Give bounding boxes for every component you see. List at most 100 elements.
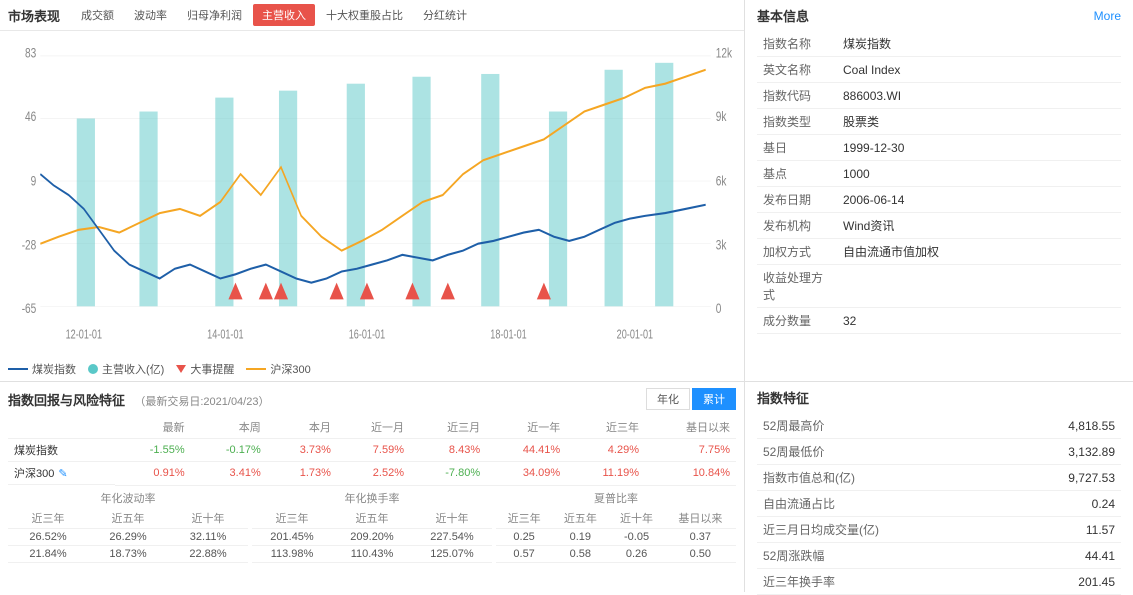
info-row-publisher: 发布机构 Wind资讯 [757,213,1121,239]
feat-label-mktcap: 指数市值总和(亿) [757,465,1007,491]
turn-row-coal: 201.45% 209.20% 227.54% [252,528,492,545]
returns-title-area: 指数回报与风险特征 （最新交易日:2021/04/23） [8,390,269,409]
sharpe-row-hs: 0.57 0.58 0.26 0.50 [496,545,736,562]
legend-revenue-dot [88,364,98,374]
info-label-en: 英文名称 [757,57,837,83]
chart-legend: 煤炭指数 主营收入(亿) 大事提醒 沪深300 [0,359,744,381]
sharpe-section: 夏普比率 近三年 近五年 近十年 基日以来 0.2 [496,490,736,563]
info-row-code: 指数代码 886003.WI [757,83,1121,109]
col-header-latest: 最新 [115,416,191,439]
vol-col-5y: 近五年 [88,508,168,529]
info-label-count: 成分数量 [757,308,837,334]
turn-hs-10y: 125.07% [412,545,492,562]
returns-header: 指数回报与风险特征 （最新交易日:2021/04/23） 年化 累计 [8,388,736,410]
legend-event-triangle [176,365,186,373]
sharpe-hs-5y: 0.58 [552,545,608,562]
info-row-pubdate: 发布日期 2006-06-14 [757,187,1121,213]
bottom-row: 指数回报与风险特征 （最新交易日:2021/04/23） 年化 累计 最新 本周… [0,382,1133,592]
chart-area: 83 46 9 -28 -65 12k 9k 6k 3k 0 [0,31,744,359]
turn-coal-5y: 209.20% [332,528,412,545]
toggle-btn-group: 年化 累计 [646,388,736,410]
legend-hs300-line [246,368,266,370]
tab-主营收入[interactable]: 主营收入 [253,4,315,26]
info-label-code: 指数代码 [757,83,837,109]
feat-label-float: 自由流通占比 [757,491,1007,517]
info-label-basepoint: 基点 [757,161,837,187]
edit-icon[interactable]: ✎ [58,467,67,480]
chart-header: 市场表现 成交额 波动率 归母净利润 主营收入 十大权重股占比 分红统计 [0,0,744,31]
col-header-1m: 近一月 [337,416,410,439]
feat-label-low: 52周最低价 [757,439,1007,465]
tab-成交额[interactable]: 成交额 [72,4,123,26]
toggle-cumulative[interactable]: 累计 [692,388,736,410]
coal-week: -0.17% [191,439,267,462]
svg-text:12-01-01: 12-01-01 [66,328,102,342]
info-label-publisher: 发布机构 [757,213,837,239]
info-value-pubdate: 2006-06-14 [837,187,1121,213]
feat-row-low: 52周最低价 3,132.89 [757,439,1121,465]
coal-base: 7.75% [645,439,736,462]
toggle-annual[interactable]: 年化 [646,388,690,410]
svg-text:46: 46 [25,109,36,125]
info-row-return: 收益处理方式 [757,265,1121,308]
legend-hs300-label: 沪深300 [270,361,310,377]
returns-row-coal: 煤炭指数 -1.55% -0.17% 3.73% 7.59% 8.43% 44.… [8,439,736,462]
info-panel-title: 基本信息 [757,6,809,25]
hs300-base: 10.84% [645,462,736,486]
vol-hs-5y: 18.73% [88,545,168,562]
feat-value-float: 0.24 [1007,491,1121,517]
feat-label-change: 52周涨跌幅 [757,543,1007,569]
turnover-section: 年化换手率 近三年 近五年 近十年 201.45% [252,490,492,563]
info-row-name: 指数名称 煤炭指数 [757,31,1121,57]
col-header-3y: 近三年 [566,416,645,439]
volatility-section: 年化波动率 近三年 近五年 近十年 26.52% [8,490,248,563]
tab-十大权重股占比[interactable]: 十大权重股占比 [317,4,412,26]
hs300-latest: 0.91% [115,462,191,486]
legend-coal-label: 煤炭指数 [32,361,76,377]
more-link[interactable]: More [1094,9,1121,23]
col-header-week: 本周 [191,416,267,439]
sharpe-header-row: 近三年 近五年 近十年 基日以来 [496,508,736,529]
returns-title: 指数回报与风险特征 [8,393,125,408]
sharpe-coal-3y: 0.25 [496,528,552,545]
turn-coal-3y: 201.45% [252,528,332,545]
col-header-1y: 近一年 [486,416,566,439]
feat-label-high: 52周最高价 [757,413,1007,439]
feat-row-turnover: 近三年换手率 201.45 [757,569,1121,595]
sharpe-title: 夏普比率 [496,490,736,506]
turn-coal-10y: 227.54% [412,528,492,545]
vol-col-10y: 近十年 [168,508,248,529]
info-row-type: 指数类型 股票类 [757,109,1121,135]
tab-分红统计[interactable]: 分红统计 [414,4,476,26]
turn-col-10y: 近十年 [412,508,492,529]
svg-text:3k: 3k [716,237,727,253]
info-label-weight: 加权方式 [757,239,837,265]
tab-波动率[interactable]: 波动率 [125,4,176,26]
info-value-basedate: 1999-12-30 [837,135,1121,161]
hs300-3y: 11.19% [566,462,645,486]
vol-coal-5y: 26.29% [88,528,168,545]
legend-revenue: 主营收入(亿) [88,361,164,377]
legend-coal: 煤炭指数 [8,361,76,377]
info-value-code: 886003.WI [837,83,1121,109]
info-panel: 基本信息 More 指数名称 煤炭指数 英文名称 Coal Index 指数代码… [745,0,1133,381]
tab-归母净利润[interactable]: 归母净利润 [178,4,251,26]
feat-value-low: 3,132.89 [1007,439,1121,465]
vol-row-hs: 21.84% 18.73% 22.88% [8,545,248,562]
feat-label-turnover: 近三年换手率 [757,569,1007,595]
sharpe-table: 近三年 近五年 近十年 基日以来 0.25 0.19 -0.05 [496,508,736,563]
hs300-week: 3.41% [191,462,267,486]
feat-value-turnover: 201.45 [1007,569,1121,595]
info-row-count: 成分数量 32 [757,308,1121,334]
sharpe-col-10y: 近十年 [608,508,664,529]
hs300-month: 1.73% [267,462,337,486]
vol-col-3y: 近三年 [8,508,88,529]
sharpe-coal-10y: -0.05 [608,528,664,545]
svg-text:20-01-01: 20-01-01 [617,328,653,342]
col-header-3m: 近三月 [410,416,486,439]
vol-row-coal: 26.52% 26.29% 32.11% [8,528,248,545]
info-label-name: 指数名称 [757,31,837,57]
vol-coal-10y: 32.11% [168,528,248,545]
returns-table: 最新 本周 本月 近一月 近三月 近一年 近三年 基日以来 煤炭指数 -1.55… [8,416,736,486]
volatility-title: 年化波动率 [8,490,248,506]
